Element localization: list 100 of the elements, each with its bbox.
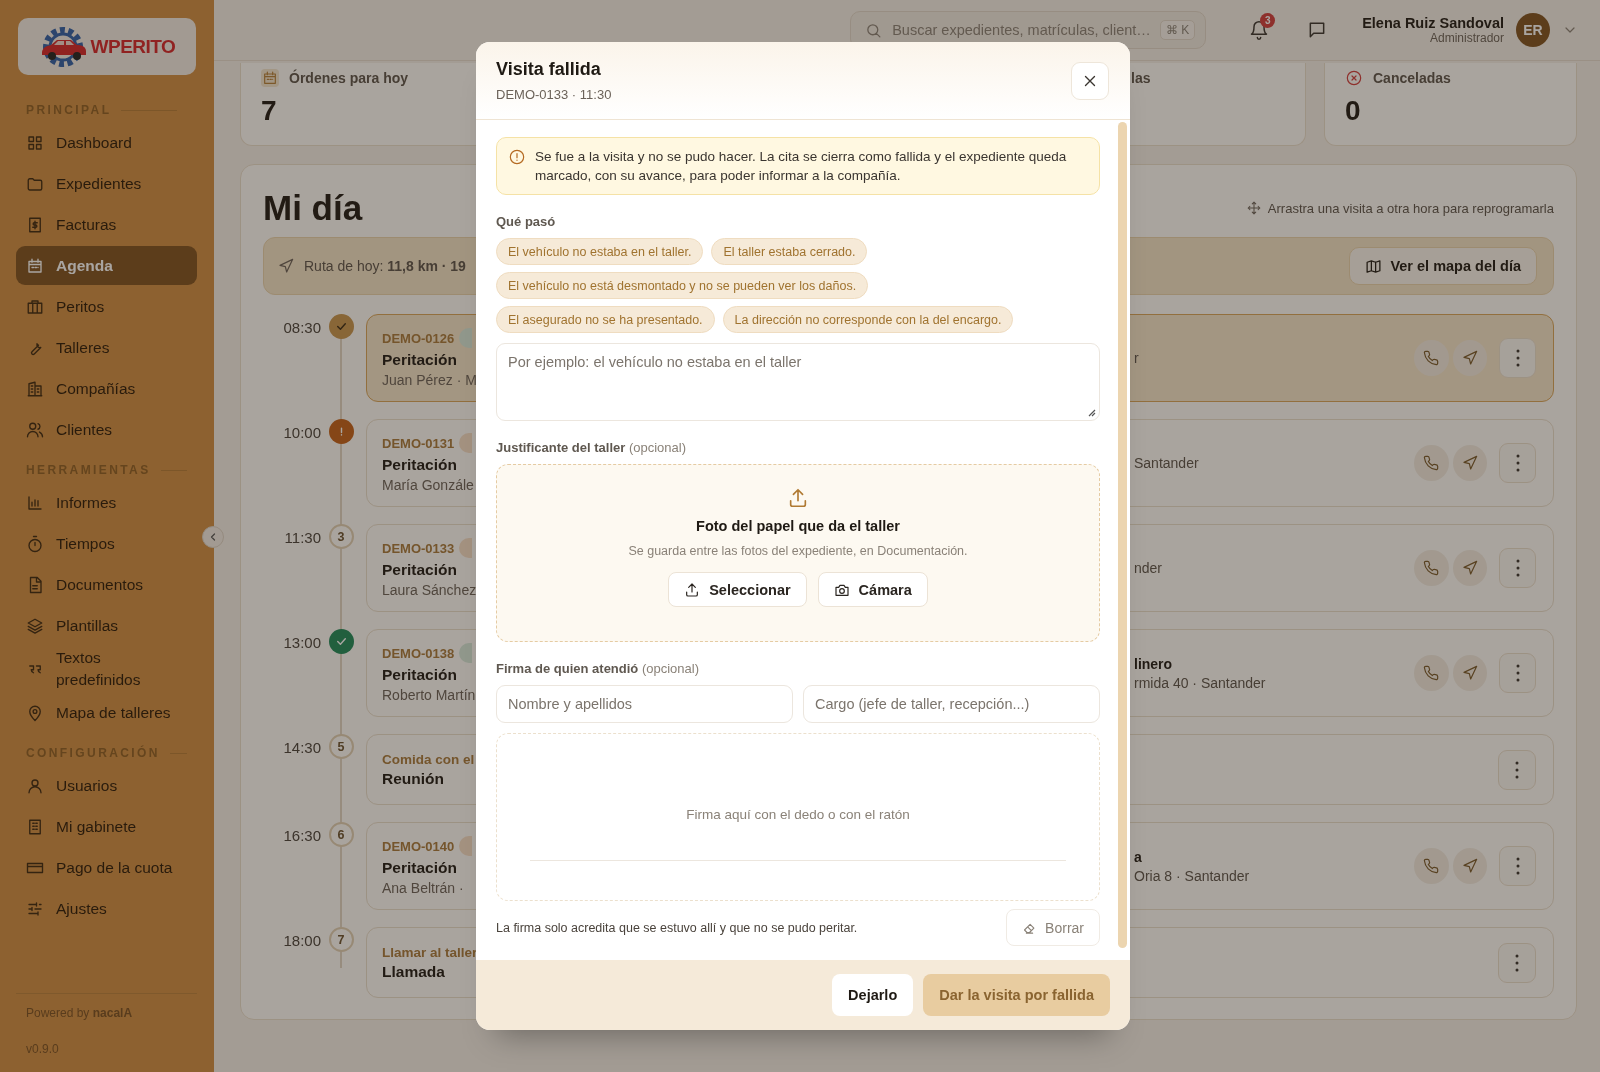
reason-chip[interactable]: La dirección no corresponde con la del encargo.: [722, 306, 1014, 333]
more-icon: [1515, 760, 1519, 779]
time-label: 18:00: [282, 931, 322, 949]
more-icon: [1515, 349, 1520, 367]
appointment-type: Llamada: [382, 962, 445, 981]
navigation-arrow-icon: [1462, 560, 1478, 576]
time-label: 10:00: [282, 423, 322, 441]
resize-grip-icon: [1087, 408, 1096, 417]
stopwatch-icon: [26, 534, 44, 553]
reason-chip[interactable]: El taller estaba cerrado.: [711, 238, 868, 265]
map-icon: [1365, 257, 1383, 275]
nav-item[interactable]: Agenda: [16, 246, 197, 285]
nav-item[interactable]: Plantillas: [16, 606, 197, 645]
nav-item[interactable]: Informes: [16, 483, 197, 522]
more-icon: [1515, 559, 1520, 577]
signature-note: La firma solo acredita que se estuvo allí y que no se pudo peritar.: [496, 920, 858, 935]
nav-item[interactable]: Documentos: [16, 565, 197, 604]
phone-icon: [1423, 455, 1440, 471]
time-label: 16:30: [282, 826, 322, 844]
map-button[interactable]: Ver el mapa del día: [1349, 247, 1537, 285]
client-name: Laura Sánchez: [382, 582, 477, 598]
reason-chip[interactable]: El asegurado no se ha presentado.: [496, 306, 715, 333]
directions-button[interactable]: [1452, 340, 1488, 376]
role-field[interactable]: Cargo (jefe de taller, recepción...): [803, 685, 1100, 723]
nav-item[interactable]: Pago de la cuota: [16, 848, 197, 887]
more-button[interactable]: [1499, 443, 1536, 483]
building-icon: [26, 379, 44, 398]
nav-item[interactable]: Peritos: [16, 287, 197, 326]
navigation-arrow-icon: [278, 258, 294, 274]
directions-button[interactable]: [1452, 550, 1488, 586]
nav-item[interactable]: Dashboard: [16, 123, 197, 162]
nav-item[interactable]: Ajustes: [16, 889, 197, 928]
shortcut-hint: ⌘ K: [1159, 20, 1196, 40]
field-label: Justificante del taller (opcional): [496, 440, 688, 455]
close-button[interactable]: [1071, 62, 1109, 100]
call-button[interactable]: [1414, 550, 1449, 586]
upload-icon: [787, 487, 809, 509]
directions-button[interactable]: [1452, 848, 1488, 884]
more-button[interactable]: [1499, 653, 1536, 693]
camera-button[interactable]: Cámara: [817, 572, 928, 607]
call-button[interactable]: [1414, 445, 1449, 481]
appointment-type: Peritación: [382, 859, 457, 877]
scrollbar[interactable]: [1118, 122, 1127, 948]
upload-zone[interactable]: Foto del papel que da el taller Se guarda entre las fotos del expediente, en Documentación. Seleccionar Cámara: [496, 464, 1100, 642]
directions-button[interactable]: [1452, 655, 1488, 691]
collapse-button[interactable]: [202, 526, 224, 548]
description-field[interactable]: Por ejemplo: el vehículo no estaba en el taller: [497, 344, 1099, 420]
address-text: r: [1134, 350, 1140, 366]
navigation-arrow-icon: [1462, 350, 1478, 366]
order-number: 7: [328, 927, 354, 952]
nav-item[interactable]: Textos predefinidos: [16, 647, 197, 691]
check-icon: [334, 635, 348, 648]
stat-value: 0: [1345, 95, 1362, 127]
nav-item[interactable]: Mapa de talleres: [16, 693, 197, 732]
reason-chip[interactable]: El vehículo no estaba en el taller.: [496, 238, 704, 265]
reason-chip[interactable]: El vehículo no está desmontado y no se pueden ver los daños.: [496, 272, 869, 299]
route-summary: Ruta de hoy: 11,8 km · 19: [304, 258, 466, 274]
nav-item[interactable]: Clientes: [16, 410, 197, 449]
navigation-arrow-icon: [1462, 858, 1478, 874]
directions-button[interactable]: [1452, 445, 1488, 481]
name-field[interactable]: Nombre y apellidos: [496, 685, 793, 723]
appointment-type: Peritación: [382, 561, 457, 579]
address-text: Oria 8 · Santander: [1134, 867, 1251, 884]
more-button[interactable]: [1499, 548, 1536, 588]
client-name: Ana Beltrán ·: [382, 880, 464, 896]
phone-icon: [1423, 858, 1440, 874]
stat-label: Canceladas: [1373, 69, 1451, 87]
order-number: 5: [328, 734, 354, 759]
more-button[interactable]: [1499, 846, 1536, 886]
call-button[interactable]: [1414, 340, 1449, 376]
select-file-button[interactable]: Seleccionar: [668, 572, 807, 607]
nav-item[interactable]: Mi gabinete: [16, 807, 197, 846]
nav-item[interactable]: Tiempos: [16, 524, 197, 563]
users-icon: [26, 420, 44, 439]
more-button[interactable]: [1498, 942, 1536, 983]
stat-label: las: [1131, 69, 1151, 87]
nav-item[interactable]: Facturas: [16, 205, 197, 244]
address-text: nder: [1134, 560, 1164, 576]
nav-item[interactable]: Usuarios: [16, 766, 197, 805]
call-button[interactable]: [1414, 848, 1449, 884]
user-role: Administrador: [1429, 31, 1504, 45]
stat-label: Órdenes para hoy: [289, 69, 409, 87]
cancel-button[interactable]: Dejarlo: [832, 974, 914, 1016]
appointment-type: Peritación: [382, 456, 457, 474]
logo-card[interactable]: WPERITO: [18, 18, 196, 75]
notifications-button[interactable]: 3: [1240, 11, 1279, 49]
nav-item[interactable]: Expedientes: [16, 164, 197, 203]
case-id: DEMO-0133: [382, 540, 455, 556]
nav-item[interactable]: Talleres: [16, 328, 197, 367]
more-button[interactable]: [1498, 749, 1536, 790]
search-field[interactable]: Buscar expedientes, matrículas, client…: [890, 21, 1152, 39]
nav-item[interactable]: Compañías: [16, 369, 197, 408]
signature-pad[interactable]: Firma aquí con el dedo o con el ratón: [496, 733, 1100, 901]
call-button[interactable]: [1414, 655, 1449, 691]
client-name: Juan Pérez · M: [382, 372, 477, 388]
time-label: 08:30: [282, 318, 322, 336]
user-avatar[interactable]: ER: [1516, 13, 1550, 47]
more-button[interactable]: [1499, 338, 1536, 378]
notification-badge: 3: [1260, 13, 1276, 28]
clear-button[interactable]: Borrar: [1006, 909, 1100, 946]
